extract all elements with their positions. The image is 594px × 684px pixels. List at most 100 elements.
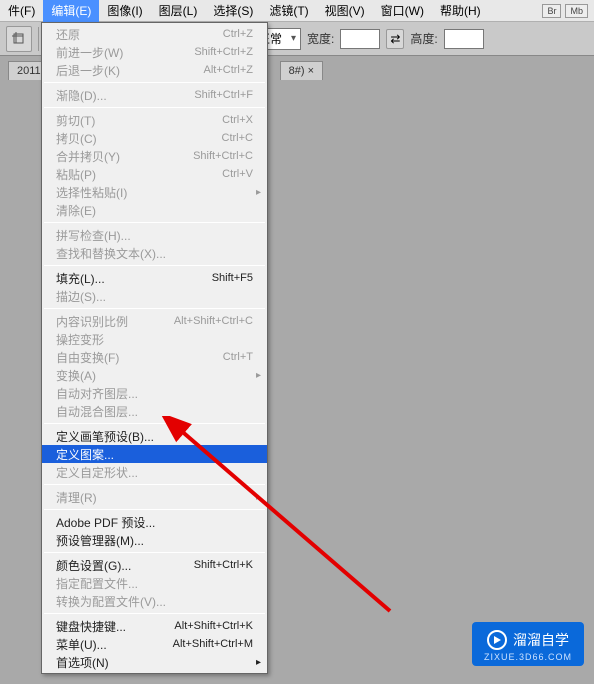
menu-item-label: 内容识别比例 (56, 313, 174, 330)
bridge-icon[interactable]: Br (542, 4, 561, 18)
menu-item: 转换为配置文件(V)... (42, 592, 267, 610)
menu-item-shortcut: Shift+Ctrl+C (193, 150, 253, 162)
menu-item[interactable]: 定义画笔预设(B)... (42, 427, 267, 445)
swap-icon[interactable]: ⇄ (386, 29, 404, 49)
menu-item: 合并拷贝(Y)Shift+Ctrl+C (42, 147, 267, 165)
menu-item-label: 键盘快捷键... (56, 618, 174, 635)
menu-item[interactable]: 预设管理器(M)... (42, 531, 267, 549)
menu-item-shortcut: Shift+Ctrl+Z (194, 46, 253, 58)
menu-item[interactable]: Adobe PDF 预设... (42, 513, 267, 531)
menu-item-label: 选择性粘贴(I) (56, 184, 253, 201)
menu-item-label: 拷贝(C) (56, 130, 222, 147)
menu-item-shortcut: Alt+Shift+Ctrl+M (173, 638, 253, 650)
edit-dropdown: 还原Ctrl+Z前进一步(W)Shift+Ctrl+Z后退一步(K)Alt+Ct… (41, 22, 268, 674)
menu-item[interactable]: 键盘快捷键...Alt+Shift+Ctrl+K (42, 617, 267, 635)
menu-separator (44, 423, 265, 424)
menu-item-shortcut: Ctrl+V (222, 168, 253, 180)
menu-image[interactable]: 图像(I) (99, 0, 150, 22)
menu-select[interactable]: 选择(S) (205, 0, 261, 22)
height-input[interactable] (444, 29, 484, 49)
menu-item: 后退一步(K)Alt+Ctrl+Z (42, 61, 267, 79)
menu-item-shortcut: Ctrl+C (222, 132, 253, 144)
menu-item-label: 菜单(U)... (56, 636, 173, 653)
menu-item-label: 变换(A) (56, 367, 253, 384)
menu-item-label: 后退一步(K) (56, 62, 203, 79)
menu-separator (44, 222, 265, 223)
menu-item: 操控变形 (42, 330, 267, 348)
menu-item-label: 粘贴(P) (56, 166, 222, 183)
menu-item: 自动对齐图层... (42, 384, 267, 402)
menu-item-shortcut: Shift+Ctrl+F (194, 89, 253, 101)
menu-item: 内容识别比例Alt+Shift+Ctrl+C (42, 312, 267, 330)
menu-item: 定义自定形状... (42, 463, 267, 481)
menu-layer[interactable]: 图层(L) (151, 0, 206, 22)
height-label: 高度: (410, 30, 437, 47)
menu-item: 清除(E) (42, 201, 267, 219)
menu-item-label: 前进一步(W) (56, 44, 194, 61)
menu-item-label: 操控变形 (56, 331, 253, 348)
crop-tool-icon[interactable] (6, 26, 32, 52)
menu-item-shortcut: Alt+Shift+Ctrl+K (174, 620, 253, 632)
menu-item: 查找和替换文本(X)... (42, 244, 267, 262)
menu-item-label: 颜色设置(G)... (56, 557, 194, 574)
menu-item-label: 定义图案... (56, 446, 253, 463)
menu-item-shortcut: Ctrl+X (222, 114, 253, 126)
menu-separator (44, 509, 265, 510)
menu-item-label: 合并拷贝(Y) (56, 148, 193, 165)
menu-item: 清理(R) (42, 488, 267, 506)
width-input[interactable] (340, 29, 380, 49)
menu-item-shortcut: Ctrl+Z (223, 28, 253, 40)
menu-file[interactable]: 件(F) (0, 0, 43, 22)
menu-item: 还原Ctrl+Z (42, 25, 267, 43)
menu-separator (44, 484, 265, 485)
menu-item[interactable]: 定义图案... (42, 445, 267, 463)
play-icon (487, 630, 507, 650)
menu-item-shortcut: Shift+F5 (212, 272, 253, 284)
menu-edit[interactable]: 编辑(E) (43, 0, 99, 22)
menu-item: 选择性粘贴(I) (42, 183, 267, 201)
menu-item: 剪切(T)Ctrl+X (42, 111, 267, 129)
menu-item: 自由变换(F)Ctrl+T (42, 348, 267, 366)
menu-separator (44, 613, 265, 614)
menu-item: 粘贴(P)Ctrl+V (42, 165, 267, 183)
menu-item-label: 清除(E) (56, 202, 253, 219)
menu-item-label: 自动混合图层... (56, 403, 253, 420)
menu-separator (44, 82, 265, 83)
menu-item[interactable]: 首选项(N) (42, 653, 267, 671)
menu-item: 指定配置文件... (42, 574, 267, 592)
menu-separator (44, 107, 265, 108)
menu-item-label: 还原 (56, 26, 223, 43)
menu-item-label: 定义自定形状... (56, 464, 253, 481)
menu-item: 描边(S)... (42, 287, 267, 305)
menu-item: 变换(A) (42, 366, 267, 384)
document-tab-2[interactable]: 8#) × (280, 61, 323, 80)
menu-item-label: 自动对齐图层... (56, 385, 253, 402)
menu-item-label: 填充(L)... (56, 270, 212, 287)
menu-bar: 件(F) 编辑(E) 图像(I) 图层(L) 选择(S) 滤镜(T) 视图(V)… (0, 0, 594, 22)
menu-item-label: 首选项(N) (56, 654, 253, 671)
menu-window[interactable]: 窗口(W) (373, 0, 432, 22)
watermark-logo: 溜溜自学 ZIXUE.3D66.COM (472, 622, 584, 666)
menu-item-label: 定义画笔预设(B)... (56, 428, 253, 445)
menu-item: 拷贝(C)Ctrl+C (42, 129, 267, 147)
menu-item-label: 拼写检查(H)... (56, 227, 253, 244)
menu-view[interactable]: 视图(V) (317, 0, 373, 22)
menu-item-shortcut: Shift+Ctrl+K (194, 559, 253, 571)
menu-separator (44, 265, 265, 266)
mb-icon[interactable]: Mb (565, 4, 588, 18)
menu-help[interactable]: 帮助(H) (432, 0, 489, 22)
menu-item: 渐隐(D)...Shift+Ctrl+F (42, 86, 267, 104)
menu-filter[interactable]: 滤镜(T) (261, 0, 316, 22)
menu-item-label: 自由变换(F) (56, 349, 223, 366)
menu-item-label: 查找和替换文本(X)... (56, 245, 253, 262)
menu-item[interactable]: 菜单(U)...Alt+Shift+Ctrl+M (42, 635, 267, 653)
menu-separator (44, 552, 265, 553)
menu-item: 自动混合图层... (42, 402, 267, 420)
menu-item-shortcut: Ctrl+T (223, 351, 253, 363)
menu-item[interactable]: 填充(L)...Shift+F5 (42, 269, 267, 287)
menu-item-label: Adobe PDF 预设... (56, 514, 253, 531)
menu-item-label: 剪切(T) (56, 112, 222, 129)
menu-item-shortcut: Alt+Ctrl+Z (203, 64, 253, 76)
menu-item[interactable]: 颜色设置(G)...Shift+Ctrl+K (42, 556, 267, 574)
menu-item: 拼写检查(H)... (42, 226, 267, 244)
